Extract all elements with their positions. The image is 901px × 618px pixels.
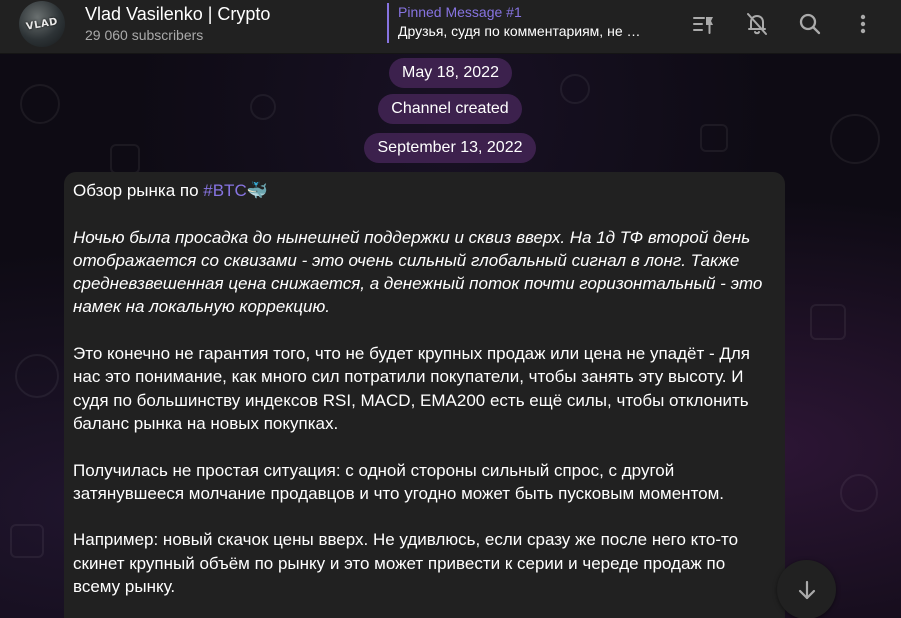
more-vertical-icon [860, 14, 866, 34]
date-bubble[interactable]: May 18, 2022 [389, 58, 512, 88]
background-doodle [700, 124, 728, 152]
channel-title[interactable]: Vlad Vasilenko | Crypto [85, 4, 270, 25]
background-doodle [110, 144, 140, 174]
background-doodle [560, 74, 590, 104]
bell-off-icon [747, 13, 767, 35]
background-doodle [810, 304, 846, 340]
channel-avatar[interactable]: VLAD [19, 1, 65, 47]
hashtag-link[interactable]: #BTC [203, 181, 246, 200]
scroll-to-bottom-button[interactable] [777, 560, 836, 618]
background-doodle [10, 524, 44, 558]
search-icon [799, 13, 821, 35]
date-bubble[interactable]: September 13, 2022 [364, 133, 536, 163]
channel-message[interactable]: Обзор рынка по #BTC🐳 Ночью была просадка… [64, 172, 785, 618]
whale-emoji: 🐳 [246, 181, 268, 200]
pinned-message-bar[interactable]: Pinned Message #1 Друзья, судя по коммен… [387, 3, 667, 43]
background-doodle [20, 84, 60, 124]
search-button[interactable] [796, 10, 824, 38]
background-doodle [840, 474, 878, 512]
pinned-message-title: Pinned Message #1 [398, 4, 522, 20]
arrow-down-icon [798, 580, 815, 599]
more-button[interactable] [849, 10, 877, 38]
message-heading: Обзор рынка по #BTC🐳 [73, 179, 776, 202]
message-paragraph: Это конечно не гарантия того, что не буд… [73, 344, 751, 433]
pin-list-icon [693, 17, 713, 34]
background-doodle [830, 114, 880, 164]
background-doodle [15, 354, 59, 398]
message-intro: Обзор рынка по [73, 181, 204, 200]
channel-created-notice: Channel created [378, 94, 522, 124]
background-doodle [250, 94, 276, 120]
avatar-logo-text: VLAD [25, 15, 59, 33]
subscriber-count: 29 060 subscribers [85, 27, 204, 43]
message-paragraph: Например: новый скачок цены вверх. Не уд… [73, 530, 739, 597]
mute-button[interactable] [743, 10, 771, 38]
message-paragraph: Ночью была просадка до нынешней поддержк… [73, 227, 763, 317]
pinned-list-button[interactable] [690, 10, 718, 38]
message-paragraph: Получилась не простая ситуация: с одной … [73, 460, 725, 503]
pinned-message-preview: Друзья, судя по комментариям, не … [398, 23, 641, 39]
chat-header: VLAD Vlad Vasilenko | Crypto 29 060 subs… [0, 0, 901, 54]
